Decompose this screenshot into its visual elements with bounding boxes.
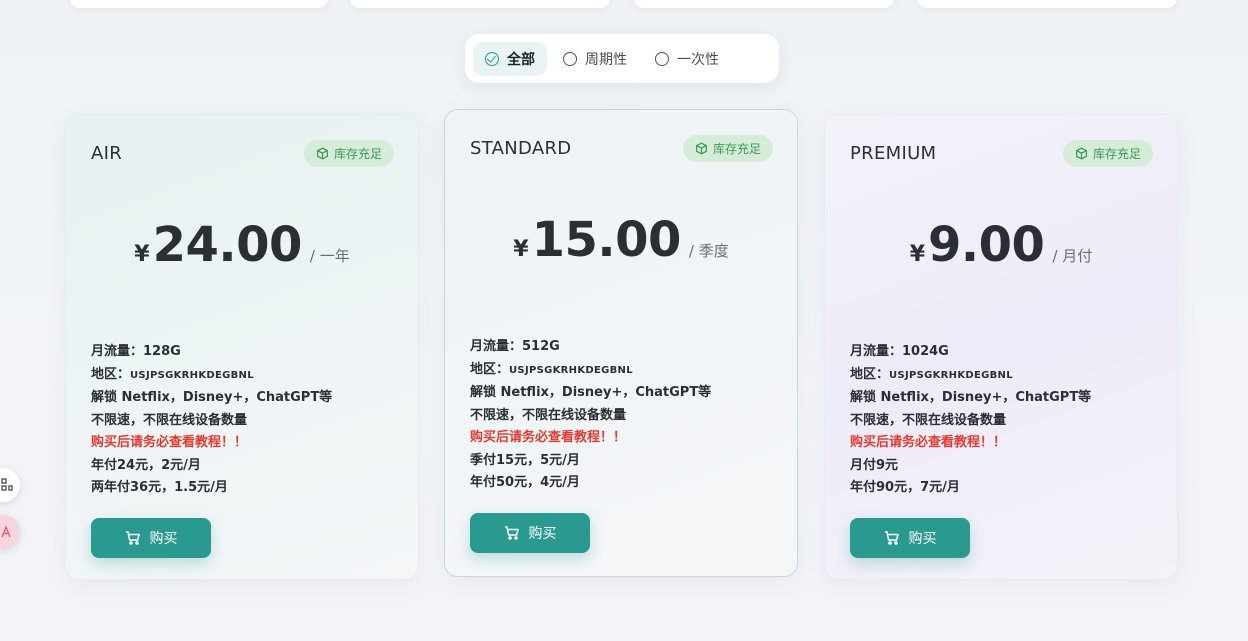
plan-card-air: AIR 库存充足 ¥ 24.00 / 一年 月流量：128G 地区：USJPSG… (65, 114, 419, 580)
filter-option-periodic[interactable]: 周期性 (551, 42, 639, 76)
filter-option-label: 全部 (507, 51, 535, 68)
buy-button[interactable]: 购买 (470, 513, 590, 553)
translate-icon (1, 525, 11, 538)
price: ¥ 15.00 / 季度 (445, 212, 797, 268)
cart-icon (884, 531, 899, 545)
stock-label: 库存充足 (712, 142, 761, 156)
price-period: / 一年 (309, 247, 350, 265)
feature-item: 月流量：128G (91, 344, 181, 359)
top-card-stub-3 (634, 0, 894, 8)
feature-item: 年付24元，2元/月 (91, 457, 201, 473)
feature-region-label: 地区： (91, 366, 131, 382)
feature-list: 月流量：1024G 地区：USJPSGKRHKDEGBNL 解锁 Netflix… (850, 341, 1091, 500)
feature-region-codes: USJPSGKRHKDEGBNL (509, 364, 633, 376)
cube-icon (696, 142, 707, 155)
feature-item: 解锁 Netflix，Disney+，ChatGPT等 (470, 385, 712, 400)
plan-card-standard: STANDARD 库存充足 ¥ 15.00 / 季度 月流量：512G 地区：U… (444, 109, 798, 577)
buy-button-label: 购买 (528, 526, 557, 542)
feature-region-label: 地区： (850, 366, 890, 382)
feature-region-codes: USJPSGKRHKDEGBNL (889, 369, 1013, 381)
pricing-page: 全部 周期性 一次性 AIR 库存充足 ¥ 24.00 / 一年 月流量：128… (0, 0, 1248, 641)
feature-item: 地区：USJPSGKRHKDEGBNL (91, 364, 332, 388)
feature-warning: 购买后请务必查看教程！！ (91, 435, 248, 450)
feature-item: 地区：USJPSGKRHKDEGBNL (470, 359, 711, 383)
cube-icon (1076, 147, 1087, 160)
feature-list: 月流量：128G 地区：USJPSGKRHKDEGBNL 解锁 Netflix，… (91, 341, 332, 500)
feature-item: 解锁 Netflix，Disney+，ChatGPT等 (850, 390, 1092, 405)
stock-label: 库存充足 (1092, 147, 1141, 161)
filter-option-all[interactable]: 全部 (473, 41, 547, 76)
price-period: / 月付 (1052, 247, 1093, 265)
top-card-stub-2 (350, 0, 610, 8)
filter-option-label: 周期性 (585, 51, 627, 68)
top-card-stub-1 (70, 0, 328, 8)
buy-button-label: 购买 (149, 531, 178, 547)
feature-warning: 购买后请务必查看教程！！ (470, 430, 627, 445)
feature-region-label: 地区： (470, 361, 510, 377)
feature-item: 月付9元 (850, 457, 899, 473)
stock-badge: 库存充足 (682, 135, 773, 162)
cart-icon (504, 526, 519, 540)
apps-grid-icon (1, 478, 13, 491)
feature-item: 季付15元，5元/月 (470, 452, 580, 468)
feature-item: 不限速，不限在线设备数量 (91, 412, 248, 428)
translate-float-button[interactable] (0, 515, 20, 549)
plan-name: AIR (91, 143, 123, 164)
plan-name: STANDARD (470, 138, 572, 159)
feature-item: 不限速，不限在线设备数量 (850, 412, 1007, 428)
filter-option-label: 一次性 (677, 51, 719, 68)
feature-item: 不限速，不限在线设备数量 (470, 407, 627, 423)
cart-icon (125, 531, 140, 545)
feature-item: 两年付36元，1.5元/月 (91, 480, 228, 495)
plan-name: PREMIUM (850, 143, 937, 164)
feature-item: 月流量：512G (470, 339, 560, 354)
top-card-stub-4 (917, 0, 1177, 8)
feature-list: 月流量：512G 地区：USJPSGKRHKDEGBNL 解锁 Netflix，… (470, 336, 711, 495)
price-amount: 15.00 (531, 212, 682, 268)
plan-card-premium: PREMIUM 库存充足 ¥ 9.00 / 月付 月流量：1024G 地区：US… (824, 114, 1178, 580)
feature-item: 地区：USJPSGKRHKDEGBNL (850, 364, 1091, 388)
price-amount: 9.00 (928, 217, 1045, 273)
price-period: / 季度 (688, 242, 729, 260)
buy-button[interactable]: 购买 (850, 518, 970, 558)
price-amount: 24.00 (152, 217, 303, 273)
currency-symbol: ¥ (909, 242, 926, 267)
feature-item: 解锁 Netflix，Disney+，ChatGPT等 (91, 390, 333, 405)
feature-item: 年付90元，7元/月 (850, 480, 960, 495)
feature-warning: 购买后请务必查看教程！！ (850, 435, 1007, 450)
currency-symbol: ¥ (134, 242, 150, 267)
price: ¥ 24.00 / 一年 (66, 217, 418, 273)
radio-circle-icon (563, 51, 577, 66)
stock-badge: 库存充足 (303, 140, 394, 167)
feature-item: 月流量：1024G (850, 344, 949, 359)
stock-badge: 库存充足 (1062, 140, 1153, 167)
feature-item: 年付50元，4元/月 (470, 475, 580, 490)
feature-region-codes: USJPSGKRHKDEGBNL (130, 369, 254, 381)
apps-float-button[interactable] (0, 468, 20, 502)
cube-icon (317, 147, 328, 160)
filter-option-one-time[interactable]: 一次性 (643, 42, 731, 76)
currency-symbol: ¥ (513, 237, 529, 262)
plan-type-filter: 全部 周期性 一次性 (465, 34, 779, 83)
buy-button-label: 购买 (908, 531, 937, 547)
price: ¥ 9.00 / 月付 (825, 217, 1177, 273)
radio-circle-icon (655, 51, 669, 66)
check-circle-icon (485, 51, 499, 66)
buy-button[interactable]: 购买 (91, 518, 211, 558)
stock-label: 库存充足 (333, 147, 382, 161)
